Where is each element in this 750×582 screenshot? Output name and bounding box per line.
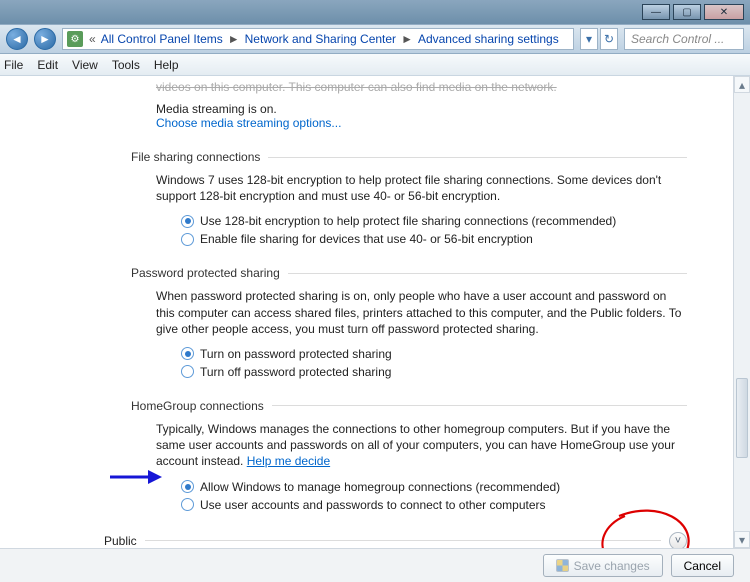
search-input[interactable]: Search Control ... <box>624 28 744 50</box>
radio-icon <box>181 347 194 360</box>
menu-file[interactable]: File <box>4 58 23 72</box>
menu-tools[interactable]: Tools <box>112 58 140 72</box>
homegroup-desc-text: Typically, Windows manages the connectio… <box>156 422 675 468</box>
password-desc: When password protected sharing is on, o… <box>156 288 687 337</box>
minimize-button[interactable]: — <box>642 4 670 20</box>
section-title-password: Password protected sharing <box>131 266 280 280</box>
radio-password-off[interactable]: Turn off password protected sharing <box>181 365 687 379</box>
radio-homegroup-auto[interactable]: Allow Windows to manage homegroup connec… <box>181 480 687 494</box>
back-button[interactable]: ◄ <box>6 28 28 50</box>
homegroup-desc: Typically, Windows manages the connectio… <box>156 421 687 470</box>
menu-edit[interactable]: Edit <box>37 58 58 72</box>
radio-label: Use 128-bit encryption to help protect f… <box>200 214 616 228</box>
truncated-prev-line: videos on this computer. This computer c… <box>156 80 687 94</box>
radio-icon <box>181 215 194 228</box>
section-password: Password protected sharing <box>131 266 687 280</box>
radio-icon <box>181 233 194 246</box>
public-label: Public <box>104 534 137 548</box>
divider <box>272 405 687 406</box>
help-me-decide-link[interactable]: Help me decide <box>247 454 330 468</box>
divider <box>288 273 687 274</box>
refresh-button[interactable]: ↻ <box>600 28 618 50</box>
content-area: videos on this computer. This computer c… <box>0 76 750 548</box>
chevron-down-icon[interactable]: ˅ <box>669 532 687 549</box>
media-options-link[interactable]: Choose media streaming options... <box>156 116 687 130</box>
control-panel-icon: ⚙ <box>67 31 83 47</box>
section-homegroup: HomeGroup connections <box>131 399 687 413</box>
menu-bar: File Edit View Tools Help <box>0 54 750 76</box>
section-file-sharing: File sharing connections <box>131 150 687 164</box>
radio-label: Enable file sharing for devices that use… <box>200 232 533 246</box>
public-profile-header[interactable]: Public ˅ <box>104 532 687 549</box>
radio-label: Turn off password protected sharing <box>200 365 391 379</box>
menu-view[interactable]: View <box>72 58 98 72</box>
breadcrumb[interactable]: ⚙ « All Control Panel Items ► Network an… <box>62 28 574 50</box>
radio-label: Turn on password protected sharing <box>200 347 392 361</box>
radio-40-56bit[interactable]: Enable file sharing for devices that use… <box>181 232 687 246</box>
scroll-down-icon[interactable]: ▾ <box>734 531 750 548</box>
save-label: Save changes <box>574 559 650 573</box>
crumb-sep-2: ► <box>399 32 415 46</box>
crumb-advanced[interactable]: Advanced sharing settings <box>415 32 562 46</box>
file-sharing-desc: Windows 7 uses 128-bit encryption to hel… <box>156 172 687 204</box>
footer-bar: Save changes Cancel <box>0 548 750 582</box>
crumb-sep-1: ► <box>226 32 242 46</box>
radio-icon <box>181 365 194 378</box>
media-status: Media streaming is on. <box>156 102 687 116</box>
scroll-up-icon[interactable]: ▴ <box>734 76 750 93</box>
radio-password-on[interactable]: Turn on password protected sharing <box>181 347 687 361</box>
nav-bar: ◄ ► ⚙ « All Control Panel Items ► Networ… <box>0 24 750 54</box>
save-changes-button[interactable]: Save changes <box>543 554 663 577</box>
radio-label: Allow Windows to manage homegroup connec… <box>200 480 560 494</box>
settings-panel: videos on this computer. This computer c… <box>0 76 733 548</box>
forward-button[interactable]: ► <box>34 28 56 50</box>
close-button[interactable]: ✕ <box>704 4 744 20</box>
radio-icon <box>181 480 194 493</box>
section-title-homegroup: HomeGroup connections <box>131 399 264 413</box>
titlebar: — ▢ ✕ <box>0 0 750 24</box>
menu-help[interactable]: Help <box>154 58 179 72</box>
scroll-thumb[interactable] <box>736 378 748 458</box>
crumb-network-sharing[interactable]: Network and Sharing Center <box>242 32 399 46</box>
shield-icon <box>556 559 569 572</box>
scrollbar[interactable]: ▴ ▾ <box>733 76 750 548</box>
radio-icon <box>181 498 194 511</box>
crumb-prev-sep: « <box>87 32 98 46</box>
section-title-file-sharing: File sharing connections <box>131 150 260 164</box>
crumb-all-items[interactable]: All Control Panel Items <box>98 32 226 46</box>
radio-128bit[interactable]: Use 128-bit encryption to help protect f… <box>181 214 687 228</box>
cancel-label: Cancel <box>684 559 721 573</box>
address-dropdown[interactable]: ▾ <box>580 28 598 50</box>
divider <box>145 540 661 541</box>
window-buttons: — ▢ ✕ <box>642 4 744 20</box>
cancel-button[interactable]: Cancel <box>671 554 734 577</box>
divider <box>268 157 687 158</box>
radio-homegroup-user[interactable]: Use user accounts and passwords to conne… <box>181 498 687 512</box>
radio-label: Use user accounts and passwords to conne… <box>200 498 546 512</box>
scroll-track[interactable] <box>734 93 750 531</box>
refresh-group: ▾ ↻ <box>580 28 618 50</box>
maximize-button[interactable]: ▢ <box>673 4 701 20</box>
